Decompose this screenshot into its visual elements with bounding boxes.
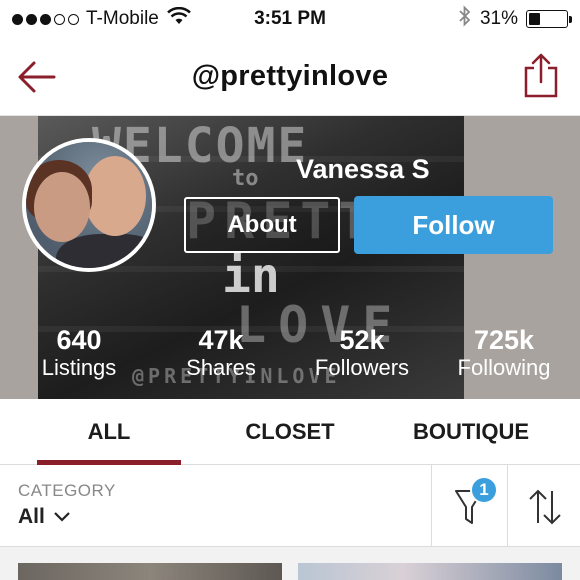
stat-label: Listings: [41, 355, 117, 380]
stat-value: 47k: [198, 325, 244, 355]
closet-tabs: ALL CLOSET BOUTIQUE: [0, 399, 580, 465]
battery-icon: [526, 10, 572, 28]
back-arrow-icon: [18, 61, 56, 93]
sort-button[interactable]: [508, 465, 580, 547]
signal-strength-icon: [12, 13, 79, 25]
back-button[interactable]: [16, 56, 58, 98]
avatar[interactable]: [22, 138, 156, 272]
tab-boutique[interactable]: BOUTIQUE: [395, 399, 547, 465]
chevron-down-icon: [54, 512, 70, 522]
stat-value: 640: [56, 325, 102, 355]
carrier-name: T-Mobile: [86, 8, 159, 29]
profile-name: Vanessa S: [296, 154, 430, 184]
listing-thumbnail[interactable]: [18, 563, 282, 580]
bluetooth-icon: [458, 5, 472, 33]
category-dropdown[interactable]: CATEGORY All: [18, 481, 116, 529]
filter-count-badge: 1: [470, 476, 498, 504]
funnel-icon: [455, 490, 483, 524]
stat-label: Shares: [186, 355, 256, 380]
stat-listings[interactable]: 640 Listings: [9, 325, 149, 381]
stat-label: Followers: [314, 355, 410, 380]
filter-button[interactable]: [432, 465, 506, 547]
stat-following[interactable]: 725k Following: [434, 325, 574, 381]
stat-value: 725k: [473, 325, 535, 355]
stat-value: 52k: [339, 325, 385, 355]
about-button[interactable]: About: [184, 197, 340, 253]
wifi-icon: [167, 6, 191, 31]
cover-art-text-to: to: [232, 166, 259, 191]
tab-closet[interactable]: CLOSET: [205, 399, 375, 465]
status-bar: T-Mobile 3:51 PM 31%: [0, 0, 580, 38]
navigation-bar: @prettyinlove: [0, 38, 580, 116]
page-title: @prettyinlove: [191, 60, 389, 92]
sort-arrows-icon: [529, 489, 561, 525]
battery-percent: 31%: [479, 8, 518, 29]
share-icon: [524, 53, 558, 98]
share-button[interactable]: [522, 52, 560, 98]
listing-thumbnail[interactable]: [298, 563, 562, 580]
category-label: CATEGORY: [18, 481, 116, 500]
follow-button[interactable]: Follow: [354, 196, 553, 254]
stat-label: Following: [457, 355, 551, 380]
category-value: All: [18, 505, 45, 528]
filter-bar: CATEGORY All: [0, 465, 580, 547]
stat-followers[interactable]: 52k Followers: [292, 325, 432, 381]
tab-all[interactable]: ALL: [37, 399, 181, 465]
stat-shares[interactable]: 47k Shares: [151, 325, 291, 381]
